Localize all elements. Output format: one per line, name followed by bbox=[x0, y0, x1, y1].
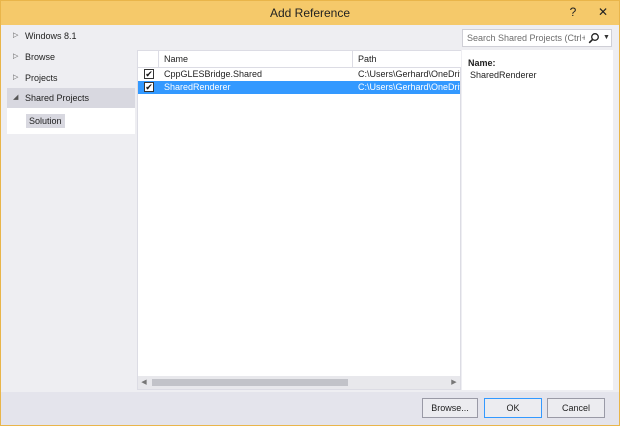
scroll-right-icon[interactable]: ▶ bbox=[448, 376, 460, 389]
help-button[interactable]: ? bbox=[564, 3, 582, 21]
column-header-checkbox[interactable] bbox=[138, 51, 159, 68]
reference-category-nav: ▷ Windows 8.1 ▷ Browse ▷ Projects ◢ Shar… bbox=[7, 26, 135, 392]
title-bar[interactable]: Add Reference ? ✕ bbox=[1, 1, 619, 25]
expand-arrow-icon: ▷ bbox=[13, 32, 19, 39]
browse-button[interactable]: Browse... bbox=[422, 398, 478, 418]
nav-item-label: Windows 8.1 bbox=[25, 31, 77, 41]
search-icon[interactable] bbox=[588, 32, 600, 44]
nav-item-projects[interactable]: ▷ Projects bbox=[7, 68, 135, 88]
nav-item-label: Shared Projects bbox=[25, 93, 90, 103]
collapse-arrow-icon: ◢ bbox=[13, 94, 19, 101]
nav-item-label: Browse bbox=[25, 52, 56, 62]
nav-item-shared-projects[interactable]: ◢ Shared Projects bbox=[7, 88, 135, 108]
shared-projects-list: Name Path ✔ CppGLESBridge.Shared C:\User… bbox=[137, 50, 461, 390]
details-pane: Name: SharedRenderer bbox=[462, 50, 613, 390]
scroll-left-icon[interactable]: ◀ bbox=[138, 376, 150, 389]
shared-projects-subnav: Solution bbox=[7, 108, 135, 134]
nav-subitem-solution[interactable]: Solution bbox=[26, 114, 65, 128]
project-path-cell: C:\Users\Gerhard\OneDrive bbox=[358, 69, 460, 79]
scrollbar-thumb[interactable] bbox=[152, 379, 348, 386]
close-button[interactable]: ✕ bbox=[590, 3, 616, 21]
nav-item-label: Projects bbox=[25, 73, 58, 83]
ok-button[interactable]: OK bbox=[484, 398, 542, 418]
project-name-cell: CppGLESBridge.Shared bbox=[164, 69, 263, 79]
include-checkbox[interactable]: ✔ bbox=[144, 69, 154, 79]
expand-arrow-icon: ▷ bbox=[13, 53, 19, 60]
include-checkbox[interactable]: ✔ bbox=[144, 82, 154, 92]
horizontal-scrollbar[interactable]: ◀ ▶ bbox=[138, 376, 460, 389]
project-name-cell: SharedRenderer bbox=[164, 82, 231, 92]
nav-item-windows[interactable]: ▷ Windows 8.1 bbox=[7, 26, 135, 46]
window-title: Add Reference bbox=[269, 6, 351, 20]
column-header-name[interactable]: Name bbox=[159, 51, 353, 68]
chevron-down-icon[interactable]: ▼ bbox=[602, 31, 611, 45]
dialog-footer: Browse... OK Cancel bbox=[1, 392, 619, 425]
search-input[interactable] bbox=[465, 31, 587, 45]
expand-arrow-icon: ▷ bbox=[13, 74, 19, 81]
cancel-button[interactable]: Cancel bbox=[547, 398, 605, 418]
table-row[interactable]: ✔ CppGLESBridge.Shared C:\Users\Gerhard\… bbox=[138, 68, 460, 81]
table-row[interactable]: ✔ SharedRenderer C:\Users\Gerhard\OneDri… bbox=[138, 81, 460, 94]
nav-item-browse[interactable]: ▷ Browse bbox=[7, 47, 135, 67]
details-name-label: Name: bbox=[468, 58, 496, 68]
search-box[interactable]: ▼ bbox=[462, 29, 612, 47]
details-name-value: SharedRenderer bbox=[470, 70, 537, 80]
project-path-cell: C:\Users\Gerhard\OneDrive bbox=[358, 82, 460, 92]
add-reference-dialog: Add Reference ? ✕ ▷ Windows 8.1 ▷ Browse… bbox=[0, 0, 620, 426]
column-header-path[interactable]: Path bbox=[353, 51, 461, 68]
